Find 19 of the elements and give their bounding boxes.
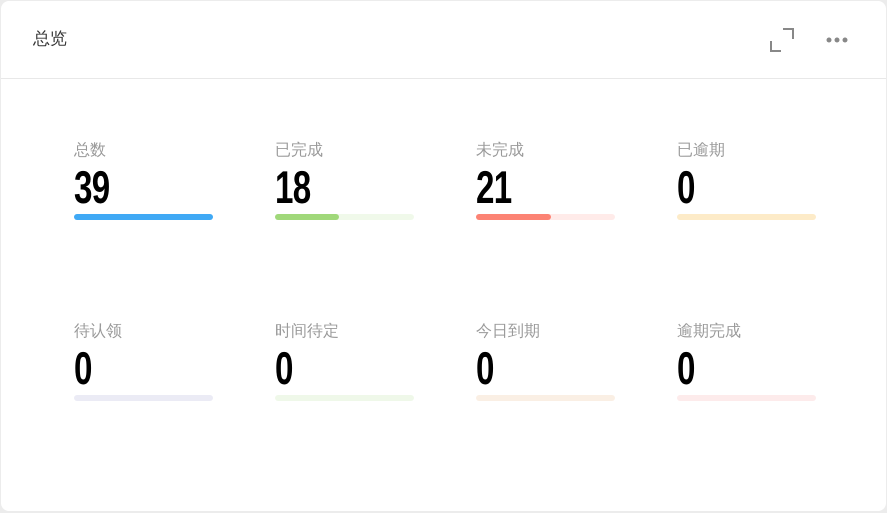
stat-label: 待认领 [74, 320, 123, 342]
card-title: 总览 [33, 28, 67, 51]
stat-value: 0 [74, 342, 92, 394]
stat-value: 0 [677, 161, 695, 213]
stat-label: 今日到期 [476, 320, 541, 342]
more-icon[interactable] [826, 36, 848, 42]
stat-label: 已完成 [275, 139, 324, 161]
stat-value: 0 [476, 342, 494, 394]
stat-value: 18 [275, 161, 310, 213]
stat-value: 0 [275, 342, 293, 394]
stat-value: 21 [476, 161, 512, 213]
stat-value: 39 [74, 161, 110, 213]
stat-label: 逾期完成 [677, 320, 742, 342]
expand-icon[interactable] [770, 28, 794, 52]
stat-label: 时间待定 [275, 320, 340, 342]
stat-label: 总数 [74, 139, 107, 161]
stat-value: 0 [677, 342, 695, 394]
stat-label: 已逾期 [677, 139, 726, 161]
stat-label: 未完成 [476, 139, 525, 161]
